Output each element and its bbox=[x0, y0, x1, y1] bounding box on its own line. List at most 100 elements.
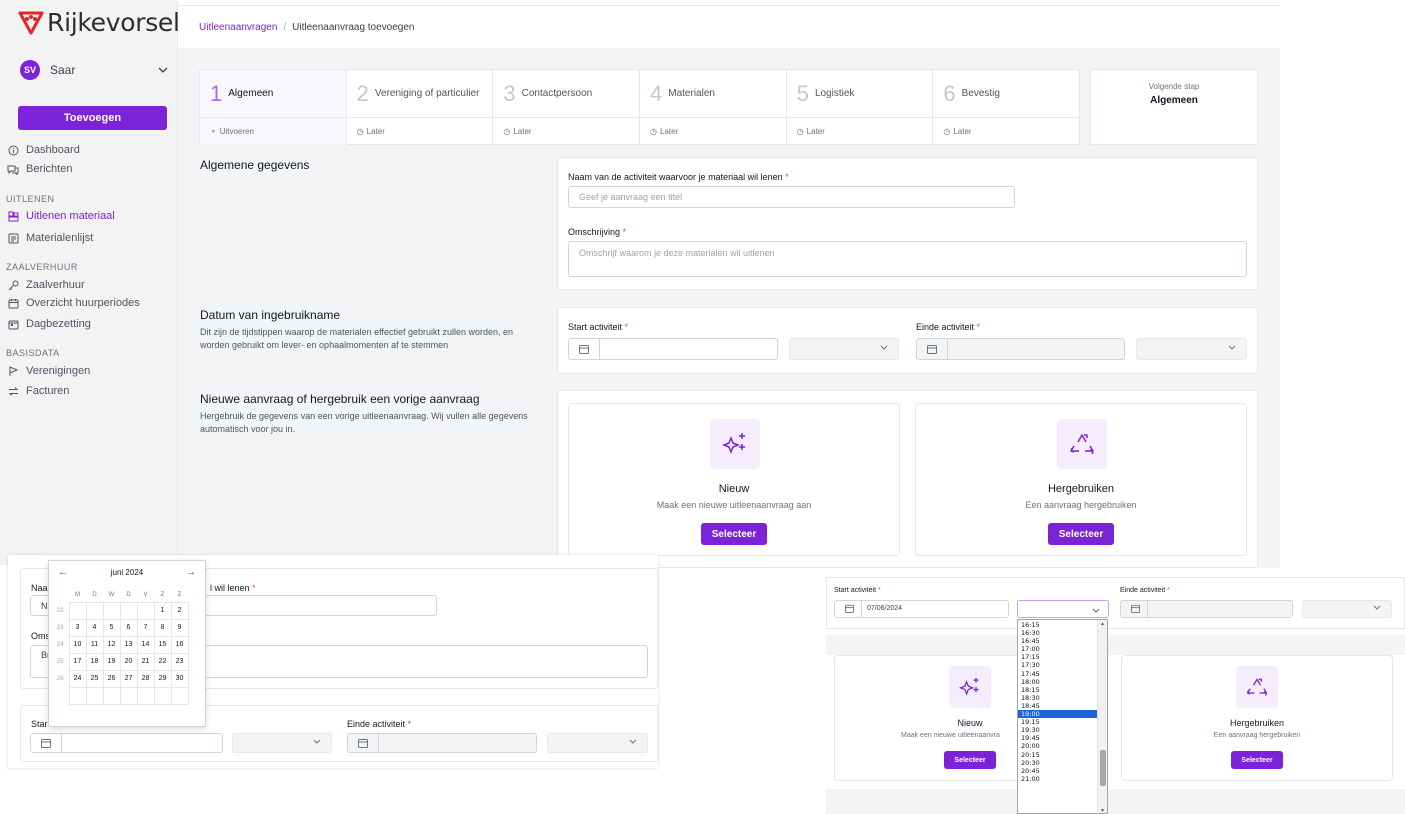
calendar-day[interactable]: 7 bbox=[136, 618, 155, 637]
time-option[interactable]: 17:30 bbox=[1018, 661, 1098, 669]
calendar-day[interactable]: 15 bbox=[153, 635, 172, 654]
overlay-end-time-select[interactable] bbox=[547, 733, 648, 753]
sidebar-item-berichten[interactable]: Berichten bbox=[6, 162, 72, 176]
time-option[interactable]: 18:45 bbox=[1018, 702, 1098, 710]
calendar-day[interactable]: 17 bbox=[68, 652, 87, 671]
calendar-day[interactable]: 30 bbox=[170, 669, 189, 688]
add-button[interactable]: Toevoegen bbox=[18, 106, 167, 130]
scroll-down-icon[interactable]: ▼ bbox=[1100, 808, 1105, 813]
calendar-day[interactable]: 9 bbox=[170, 618, 189, 637]
time-option[interactable]: 17:00 bbox=[1018, 645, 1098, 653]
calendar-day[interactable]: 14 bbox=[136, 635, 155, 654]
calendar-day[interactable]: 24 bbox=[68, 669, 87, 688]
calendar-day[interactable]: 16 bbox=[170, 635, 189, 654]
sidebar-item-overzicht-huurperiodes[interactable]: Overzicht huurperiodes bbox=[6, 296, 140, 310]
time-option[interactable]: 19:30 bbox=[1018, 726, 1098, 734]
sidebar-item-materialenlijst[interactable]: Materialenlijst bbox=[6, 231, 93, 245]
calendar-day[interactable]: 13 bbox=[119, 635, 138, 654]
step-materialen[interactable]: 4 Materialen ◷ Later bbox=[640, 70, 787, 144]
start-time-select[interactable] bbox=[789, 338, 899, 360]
calendar-day bbox=[119, 601, 138, 620]
new-option-card[interactable]: Nieuw Maak een nieuwe uitleenaanvraag aa… bbox=[568, 403, 900, 556]
overlay-start-time-select[interactable] bbox=[232, 733, 332, 753]
time-option[interactable]: 19:15 bbox=[1018, 718, 1098, 726]
time-option[interactable]: 19:00 bbox=[1018, 710, 1098, 719]
overlay-right-end-date-input[interactable] bbox=[1120, 600, 1293, 618]
time-option[interactable]: 19:45 bbox=[1018, 734, 1098, 742]
calendar-day[interactable]: 28 bbox=[136, 669, 155, 688]
step-bevestig[interactable]: 6 Bevestig ◷ Later bbox=[933, 70, 1080, 144]
step-algemeen[interactable]: 1 Algemeen ⚬ Uitvoeren bbox=[200, 70, 347, 145]
time-option[interactable]: 16:15 bbox=[1018, 621, 1098, 629]
overlay-select-reuse-button[interactable]: Selecteer bbox=[1231, 751, 1283, 769]
calendar-day[interactable]: 1 bbox=[153, 601, 172, 620]
calendar-week-row: 22 1 2 bbox=[52, 601, 189, 620]
calendar-day[interactable]: 20 bbox=[119, 652, 138, 671]
calendar-day[interactable]: 26 bbox=[102, 669, 121, 688]
time-option[interactable]: 17:45 bbox=[1018, 670, 1098, 678]
calendar-day[interactable]: 6 bbox=[119, 618, 138, 637]
time-option[interactable]: 18:00 bbox=[1018, 678, 1098, 686]
time-option[interactable]: 18:15 bbox=[1018, 686, 1098, 694]
sidebar-item-zaalverhuur[interactable]: Zaalverhuur bbox=[6, 278, 85, 292]
start-date-input[interactable] bbox=[568, 338, 778, 360]
step-vereniging[interactable]: 2 Vereniging of particulier ◷ Later bbox=[346, 70, 494, 144]
sidebar-item-uitlenen-materiaal[interactable]: Uitlenen materiaal bbox=[6, 209, 115, 223]
calendar-day[interactable]: 19 bbox=[102, 652, 121, 671]
end-date-input[interactable] bbox=[916, 338, 1125, 360]
time-option[interactable]: 20:45 bbox=[1018, 767, 1098, 775]
select-reuse-button[interactable]: Selecteer bbox=[1048, 523, 1114, 545]
calendar-day[interactable]: 4 bbox=[85, 618, 104, 637]
scroll-up-icon[interactable]: ▲ bbox=[1100, 621, 1105, 627]
breadcrumb-parent-link[interactable]: Uitleenaanvragen bbox=[199, 22, 277, 33]
sidebar-item-dagbezetting[interactable]: Dagbezetting bbox=[6, 317, 91, 331]
activity-name-input[interactable]: Geef je aanvraag een titel bbox=[568, 186, 1015, 208]
step-logistiek[interactable]: 5 Logistiek ◷ Later bbox=[786, 70, 934, 144]
time-options-list[interactable]: 16:15 16:30 16:45 17:00 17:15 17:30 17:45 18:00… bbox=[1017, 619, 1108, 814]
calendar-day[interactable]: 3 bbox=[68, 618, 87, 637]
overlay-select-new-button[interactable]: Selecteer bbox=[944, 751, 996, 769]
sidebar-item-facturen[interactable]: Facturen bbox=[6, 384, 69, 398]
calendar-day[interactable]: 11 bbox=[85, 635, 104, 654]
time-option[interactable]: 16:30 bbox=[1018, 629, 1098, 637]
overlay-start-date-input[interactable] bbox=[30, 733, 223, 753]
time-option[interactable]: 17:15 bbox=[1018, 653, 1098, 661]
overlay-right-start-date-input[interactable]: 07/06/2024 bbox=[834, 600, 1009, 618]
description-textarea[interactable]: Omschrijf waarom je deze materialen wil … bbox=[568, 241, 1247, 277]
scrollbar[interactable]: ▲ ▼ bbox=[1097, 620, 1107, 813]
calendar-day[interactable]: 21 bbox=[136, 652, 155, 671]
logo[interactable]: Rijkevorsel bbox=[18, 8, 180, 37]
time-option[interactable]: 18:30 bbox=[1018, 694, 1098, 702]
time-option[interactable]: 21:00 bbox=[1018, 775, 1098, 783]
calendar-day[interactable]: 22 bbox=[153, 652, 172, 671]
overlay-end-date-input[interactable] bbox=[347, 733, 537, 753]
time-option[interactable]: 20:15 bbox=[1018, 751, 1098, 759]
calendar-day[interactable]: 5 bbox=[102, 618, 121, 637]
calendar-day[interactable]: 8 bbox=[153, 618, 172, 637]
calendar-day[interactable]: 18 bbox=[85, 652, 104, 671]
calendar-day[interactable]: 25 bbox=[85, 669, 104, 688]
sidebar-item-verenigingen[interactable]: Verenigingen bbox=[6, 364, 90, 378]
calendar-week-row: 23 3 4 5 6 7 8 9 bbox=[52, 618, 189, 637]
overlay-right-end-time-select[interactable] bbox=[1302, 600, 1392, 618]
user-menu[interactable]: SV Saar bbox=[20, 60, 168, 80]
select-new-button[interactable]: Selecteer bbox=[701, 523, 767, 545]
week-number: 24 bbox=[56, 641, 64, 648]
overlay-reuse-option-card[interactable]: Hergebruiken Een aanvraag hergebruiken S… bbox=[1121, 655, 1393, 781]
time-option[interactable]: 20:30 bbox=[1018, 759, 1098, 767]
reuse-option-card[interactable]: Hergebruiken Een aanvraag hergebruiken S… bbox=[915, 403, 1247, 556]
step-contactpersoon[interactable]: 3 Contactpersoon ◷ Later bbox=[493, 70, 641, 144]
calendar-day[interactable]: 10 bbox=[68, 635, 87, 654]
end-time-select[interactable] bbox=[1136, 338, 1247, 360]
calendar-day[interactable]: 12 bbox=[102, 635, 121, 654]
overlay-right-start-time-select[interactable] bbox=[1017, 600, 1109, 618]
sidebar-item-dashboard[interactable]: Dashboard bbox=[6, 143, 80, 157]
time-option[interactable]: 16:45 bbox=[1018, 637, 1098, 645]
time-option[interactable]: 20:00 bbox=[1018, 742, 1098, 750]
scrollbar-thumb[interactable] bbox=[1100, 750, 1106, 786]
calendar-day[interactable]: 2 bbox=[170, 601, 189, 620]
arrow-right-icon[interactable]: → bbox=[186, 567, 196, 578]
calendar-day[interactable]: 29 bbox=[153, 669, 172, 688]
calendar-day[interactable]: 23 bbox=[170, 652, 189, 671]
calendar-day[interactable]: 27 bbox=[119, 669, 138, 688]
